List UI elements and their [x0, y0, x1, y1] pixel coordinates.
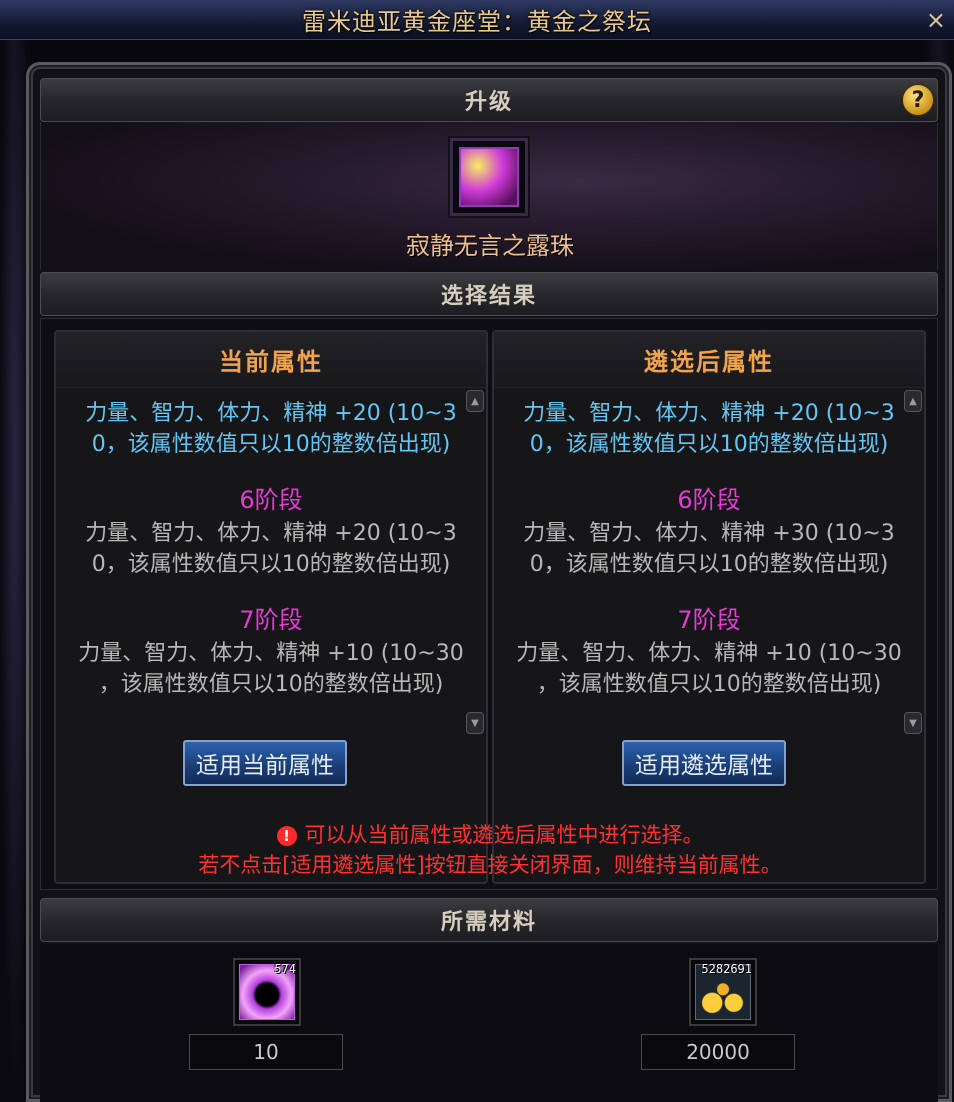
current-attr-panel: 当前属性 力量、智力、体力、精神 +20 (10~3 0，该属性数值只以10的整…	[54, 330, 488, 884]
gold-owned-count: 5282691	[701, 962, 752, 976]
materials-area	[40, 944, 938, 1102]
help-icon[interactable]: ?	[902, 84, 934, 116]
result-header: 选择结果	[40, 272, 938, 316]
scroll-up-icon[interactable]: ▲	[466, 390, 484, 412]
current-attr-line: 0，该属性数值只以10的整数倍出现)	[91, 432, 451, 457]
current-stage7-label: 7阶段	[239, 606, 303, 634]
upgrade-header: 升级	[40, 78, 938, 122]
material-slot-orb[interactable]: 574	[233, 958, 301, 1026]
reroll-attr-list: 力量、智力、体力、精神 +20 (10~3 0，该属性数值只以10的整数倍出现)…	[494, 390, 906, 734]
materials-header: 所需材料	[40, 898, 938, 942]
reroll-stage7-line: 力量、智力、体力、精神 +10 (10~30	[516, 641, 902, 666]
warning-message: ! 可以从当前属性或遴选后属性中进行选择。 若不点击[适用遴选属性]按钮直接关闭界…	[90, 820, 890, 880]
material-slot-gold[interactable]: 5282691	[689, 958, 757, 1026]
scroll-down-icon[interactable]: ▼	[466, 712, 484, 734]
warning-text-1: 可以从当前属性或遴选后属性中进行选择。	[304, 823, 704, 847]
current-attr-title: 当前属性	[56, 332, 486, 388]
reroll-stage6-label: 6阶段	[677, 486, 741, 514]
material-owned-count: 574	[274, 962, 296, 976]
item-name: 寂静无言之露珠	[406, 232, 574, 260]
current-attr-list: 力量、智力、体力、精神 +20 (10~3 0，该属性数值只以10的整数倍出现)…	[56, 390, 468, 734]
reroll-stage7-line: ，该属性数值只以10的整数倍出现)	[536, 672, 882, 697]
current-stage7-line: 力量、智力、体力、精神 +10 (10~30	[78, 641, 464, 666]
upgrade-header-label: 升级	[464, 90, 513, 115]
current-stage6-line: 力量、智力、体力、精神 +20 (10~3	[85, 521, 457, 546]
scroll-down-icon[interactable]: ▼	[904, 712, 922, 734]
apply-current-button[interactable]: 适用当前属性	[183, 740, 347, 786]
reroll-stage6-line: 力量、智力、体力、精神 +30 (10~3	[523, 521, 895, 546]
gold-required-qty: 20000	[641, 1034, 795, 1070]
apply-reroll-button[interactable]: 适用遴选属性	[622, 740, 786, 786]
window-titlebar: 雷米迪亚黄金座堂：黄金之祭坛 ×	[0, 0, 954, 40]
result-header-label: 选择结果	[440, 284, 537, 309]
materials-header-label: 所需材料	[440, 910, 537, 935]
reroll-scrollbar[interactable]: ▲ ▼	[904, 390, 922, 734]
reroll-attr-title: 遴选后属性	[494, 332, 924, 388]
material-required-qty: 10	[189, 1034, 343, 1070]
dew-orb-icon	[459, 147, 519, 207]
item-slot[interactable]	[450, 138, 528, 216]
scroll-up-icon[interactable]: ▲	[904, 390, 922, 412]
current-scrollbar[interactable]: ▲ ▼	[466, 390, 484, 734]
reroll-attr-line: 0，该属性数值只以10的整数倍出现)	[529, 432, 889, 457]
current-attr-line: 力量、智力、体力、精神 +20 (10~3	[85, 401, 457, 426]
reroll-attr-line: 力量、智力、体力、精神 +20 (10~3	[523, 401, 895, 426]
current-stage6-label: 6阶段	[239, 486, 303, 514]
reroll-attr-panel: 遴选后属性 力量、智力、体力、精神 +20 (10~3 0，该属性数值只以10的…	[492, 330, 926, 884]
close-icon[interactable]: ×	[926, 6, 946, 34]
current-stage6-line: 0，该属性数值只以10的整数倍出现)	[91, 552, 451, 577]
warning-icon: !	[276, 826, 297, 846]
warning-line-1: ! 可以从当前属性或遴选后属性中进行选择。	[90, 820, 890, 850]
reroll-stage6-line: 0，该属性数值只以10的整数倍出现)	[529, 552, 889, 577]
current-stage7-line: ，该属性数值只以10的整数倍出现)	[98, 672, 444, 697]
reroll-stage7-label: 7阶段	[677, 606, 741, 634]
window-title: 雷米迪亚黄金座堂：黄金之祭坛	[302, 8, 652, 36]
warning-text-2: 若不点击[适用遴选属性]按钮直接关闭界面，则维持当前属性。	[198, 853, 782, 877]
